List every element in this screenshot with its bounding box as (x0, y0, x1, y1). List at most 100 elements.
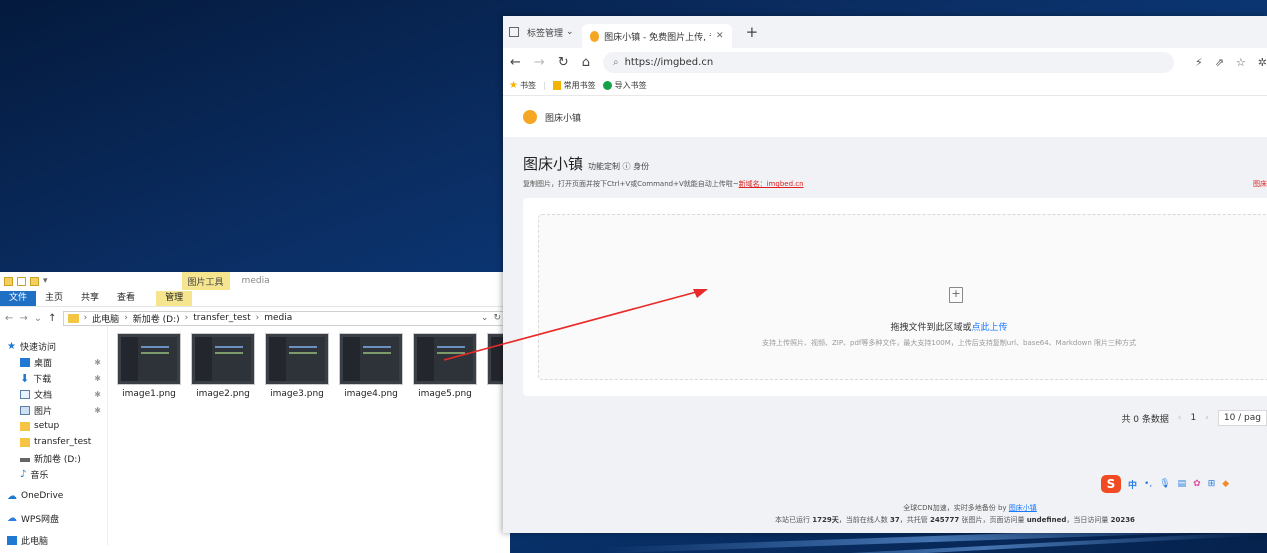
sidebar-item-this-pc[interactable]: 此电脑 (0, 532, 107, 548)
ime-mode[interactable]: 中 (1128, 478, 1137, 491)
sidebar-toggle-icon[interactable] (509, 27, 519, 37)
sidebar-item-documents[interactable]: 文档 ✱ (0, 386, 107, 402)
address-dropdown-icon[interactable]: ⌄ (481, 313, 489, 323)
file-name: image1.png (122, 389, 176, 399)
breadcrumb-transfer-test[interactable]: transfer_test (193, 313, 250, 323)
dropzone-title: 拖拽文件到此区域或点此上传 (539, 320, 1267, 333)
feature-links[interactable]: 功能定制 ⓘ 身份 (588, 161, 649, 172)
image-thumbnail (339, 333, 403, 385)
extensions-icon[interactable]: ✲ (1258, 56, 1267, 69)
chevron-right-icon: › (255, 313, 260, 323)
new-tab-icon[interactable]: + (746, 23, 759, 41)
tab-view[interactable]: 查看 (108, 291, 144, 306)
bookmark-star-icon[interactable]: ☆ (1236, 56, 1246, 69)
sidebar-item-label: 桌面 (34, 358, 53, 369)
footer-site-link[interactable]: 图床小镇 (1009, 504, 1037, 512)
sidebar-item-music[interactable]: ♪ 音乐 (0, 466, 107, 482)
properties-icon[interactable] (17, 276, 26, 286)
file-item[interactable]: image1.png (117, 333, 181, 546)
click-upload-link[interactable]: 点此上传 (972, 323, 1008, 333)
skin-icon[interactable]: ✿ (1193, 479, 1201, 489)
sidebar-item-pictures[interactable]: 图片 ✱ (0, 402, 107, 418)
customize-toolbar-icon[interactable]: ▾ (43, 276, 48, 286)
tab-manage[interactable]: 管理 (156, 291, 193, 306)
sidebar-item-setup[interactable]: setup (0, 418, 107, 434)
site-logo-icon[interactable] (523, 110, 537, 124)
footer-text: ，当日访问量 (1066, 516, 1109, 524)
chevron-down-icon: ⌄ (566, 27, 574, 37)
home-icon[interactable]: ⌂ (582, 55, 590, 70)
import-icon (602, 81, 612, 90)
breadcrumb-media[interactable]: media (264, 313, 292, 323)
microphone-icon[interactable]: 🎙 (1159, 479, 1170, 489)
tab-share[interactable]: 共享 (72, 291, 108, 306)
file-item[interactable]: image3.png (265, 333, 329, 546)
tab-home[interactable]: 主页 (36, 291, 72, 306)
sidebar-item-desktop[interactable]: 桌面 ✱ (0, 354, 107, 370)
back-icon[interactable]: ← (5, 313, 13, 324)
footer-text: ，当前在线人数 (838, 516, 888, 524)
sidebar-item-downloads[interactable]: ⬇ 下载 ✱ (0, 370, 107, 386)
footer-text: ，共托管 (899, 516, 928, 524)
online-count: 37 (890, 516, 900, 524)
sidebar-item-onedrive[interactable]: ☁ OneDrive (0, 488, 107, 504)
sidebar-item-transfer-test[interactable]: transfer_test (0, 434, 107, 450)
download-icon: ⬇ (20, 371, 30, 385)
next-page-icon[interactable]: › (1205, 413, 1209, 423)
sidebar-item-label: setup (34, 421, 60, 431)
url-bar[interactable]: ⌕ https://imgbed.cn (602, 51, 1174, 73)
punctuation-icon[interactable]: •, (1144, 479, 1152, 489)
bookmark-item-common[interactable]: 常用书签 (552, 80, 596, 91)
share-icon[interactable]: ⇗ (1215, 56, 1224, 69)
page-size-select[interactable]: 10 / pag (1217, 410, 1267, 426)
notice-body: 复制图片，打开页面并按下Ctrl+V或Command+V就能自动上传啦~ (523, 180, 739, 188)
tab-group-button[interactable]: 标签管理 ⌄ (527, 26, 574, 39)
up-icon[interactable]: ↑ (48, 313, 56, 324)
upload-dropzone[interactable]: + 拖拽文件到此区域或点此上传 支持上传照片、视频、ZIP、pdf等多种文件，最… (538, 214, 1267, 380)
sogou-logo-icon[interactable]: S (1101, 475, 1121, 493)
chevron-right-icon: › (184, 313, 189, 323)
bookmark-item-bookmarks[interactable]: ★ 书签 (509, 80, 536, 91)
star-icon: ★ (7, 340, 16, 352)
sidebar-item-label: WPS网盘 (21, 514, 60, 525)
chevron-right-icon: › (83, 313, 88, 323)
toolbox-icon[interactable]: ⊞ (1208, 479, 1216, 489)
quick-access-folder-icon[interactable] (4, 276, 13, 286)
page-number[interactable]: 1 (1191, 413, 1197, 423)
forward-icon[interactable]: → (534, 55, 545, 70)
back-icon[interactable]: ← (510, 55, 521, 70)
site-name[interactable]: 图床小镇 (545, 111, 581, 124)
tab-imgbed[interactable]: 图床小镇 - 免费图片上传, 专业 ✕ (581, 24, 732, 48)
more-icon[interactable]: ◆ (1222, 479, 1229, 489)
sidebar-item-quick-access[interactable]: ★ 快速访问 (0, 338, 107, 354)
search-icon: ⌕ (612, 56, 619, 68)
window-title: media (241, 276, 270, 286)
close-icon[interactable]: ✕ (716, 31, 724, 41)
bookmark-item-import[interactable]: 导入书签 (602, 80, 647, 91)
footer-line-1: 全球CDN加速，实时多地备份 by 图床小镇 (503, 503, 1267, 513)
breadcrumb-this-pc[interactable]: 此电脑 (92, 312, 119, 325)
folder-icon (20, 437, 30, 447)
navigation-pane: ★ 快速访问 桌面 ✱ ⬇ 下载 ✱ 文档 ✱ 图片 ✱ setup trans… (0, 326, 108, 548)
file-item[interactable]: image2.png (191, 333, 255, 546)
new-folder-icon[interactable] (30, 276, 39, 286)
file-item[interactable]: image5.png (413, 333, 477, 546)
address-bar[interactable]: › 此电脑 › 新加卷 (D:) › transfer_test › media… (62, 310, 506, 326)
chevron-right-icon: › (124, 313, 128, 323)
file-name: image4.png (344, 389, 398, 399)
toolbar-actions: ⚡ ⇗ ☆ ✲ (1195, 56, 1267, 69)
sidebar-item-wps[interactable]: ☁ WPS网盘 (0, 510, 107, 526)
recent-dropdown-icon[interactable]: ⌄ (34, 313, 42, 324)
refresh-icon[interactable]: ↻ (493, 313, 501, 323)
new-domain-link[interactable]: 新域名：imgbed.cn (739, 180, 804, 188)
breadcrumb-drive[interactable]: 新加卷 (D:) (133, 312, 180, 325)
lightning-icon[interactable]: ⚡ (1195, 56, 1203, 69)
keyboard-icon[interactable]: ▤ (1178, 479, 1187, 489)
file-item[interactable]: image4.png (339, 333, 403, 546)
tab-file[interactable]: 文件 (0, 291, 37, 306)
forward-icon[interactable]: → (19, 313, 27, 324)
notice-right-link[interactable]: 图床 (1253, 179, 1267, 189)
reload-icon[interactable]: ↻ (558, 55, 569, 70)
sidebar-item-drive-d[interactable]: 新加卷 (D:) (0, 450, 107, 466)
prev-page-icon[interactable]: ‹ (1178, 413, 1182, 423)
